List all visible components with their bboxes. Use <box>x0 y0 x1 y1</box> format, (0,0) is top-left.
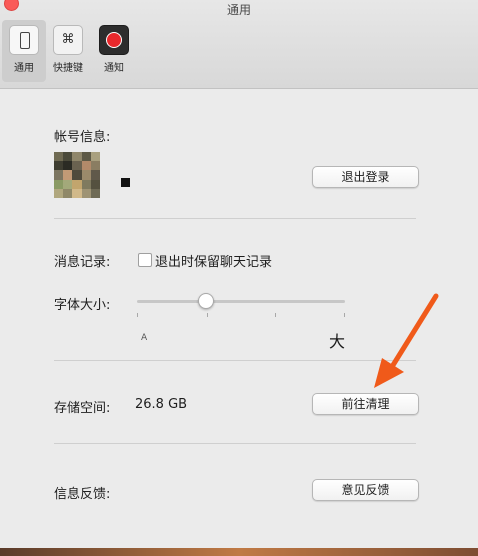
record-icon <box>99 25 129 55</box>
font-size-slider-track[interactable] <box>137 300 345 303</box>
annotation-arrow-icon <box>374 293 439 388</box>
avatar <box>54 152 100 198</box>
history-label: 消息记录: <box>54 255 111 270</box>
command-key-icon: ⌘ <box>53 25 83 55</box>
tab-notifications[interactable]: 通知 <box>92 20 136 82</box>
storage-label: 存储空间: <box>54 401 111 416</box>
phone-icon <box>9 25 39 55</box>
large-font-marker: 大 <box>329 332 346 351</box>
desktop-background-strip <box>0 548 478 556</box>
slider-tick <box>344 313 345 317</box>
slider-tick <box>275 313 276 317</box>
feedback-button[interactable]: 意见反馈 <box>312 479 419 501</box>
feedback-label: 信息反馈: <box>54 487 111 502</box>
account-label: 帐号信息: <box>54 130 111 145</box>
keep-history-checkbox[interactable] <box>138 253 152 267</box>
divider-1 <box>54 218 416 219</box>
tab-general-label: 通用 <box>14 63 34 74</box>
font-size-slider-thumb[interactable] <box>198 293 214 309</box>
tab-shortcuts[interactable]: ⌘ 快捷键 <box>46 20 90 82</box>
logout-button[interactable]: 退出登录 <box>312 166 419 188</box>
account-name-marker <box>121 178 130 187</box>
small-font-marker: A <box>141 333 148 343</box>
tab-shortcuts-label: 快捷键 <box>53 63 83 74</box>
storage-value: 26.8 GB <box>135 397 188 412</box>
keep-history-label: 退出时保留聊天记录 <box>155 255 273 270</box>
preferences-window: 通用 通用 ⌘ 快捷键 通知 帐号信息: 退出登录 消息记录: 退出时保留聊天记… <box>0 0 478 556</box>
font-size-label: 字体大小: <box>54 298 111 313</box>
tab-general[interactable]: 通用 <box>2 20 46 82</box>
slider-tick <box>137 313 138 317</box>
divider-3 <box>54 443 416 444</box>
title-toolbar: 通用 通用 ⌘ 快捷键 通知 <box>0 0 478 89</box>
tab-notifications-label: 通知 <box>104 63 124 74</box>
window-title: 通用 <box>226 3 251 17</box>
slider-tick <box>207 313 208 317</box>
